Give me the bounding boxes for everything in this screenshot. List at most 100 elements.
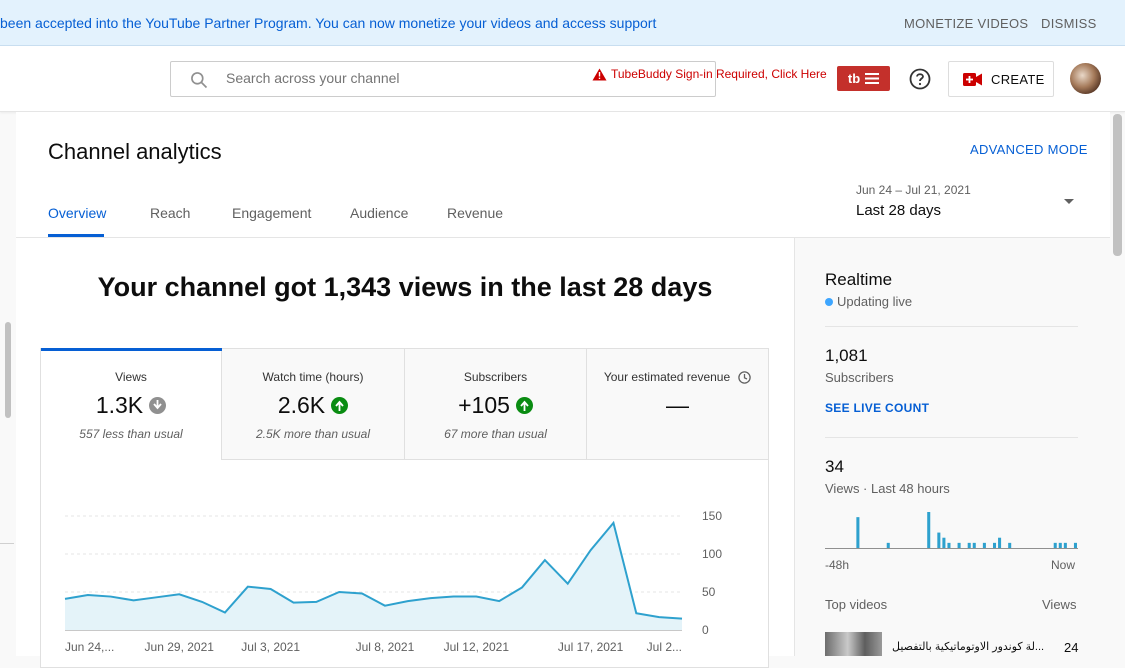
metric-comparison: 2.5K more than usual [255, 427, 371, 441]
tubebuddy-logo: tb [847, 71, 861, 86]
banner-message: been accepted into the YouTube Partner P… [0, 15, 657, 31]
x-tick-label: Jul 8, 2021 [356, 640, 415, 654]
subscriber-count-label: Subscribers [825, 370, 894, 385]
page-title: Channel analytics [48, 139, 222, 164]
realtime-views-chart[interactable] [825, 510, 1078, 552]
tab-revenue[interactable]: Revenue [447, 205, 503, 221]
partner-banner: been accepted into the YouTube Partner P… [0, 0, 1125, 46]
hourly-bar[interactable] [947, 542, 951, 548]
metric-value-row: 2.6K [222, 392, 404, 419]
metric-label: Your estimated revenue [603, 370, 731, 384]
overview-headline: Your channel got 1,343 views in the last… [97, 272, 713, 302]
realtime-views-count: 34 [825, 457, 844, 476]
clock-icon [738, 370, 751, 384]
x-tick-label: Jul 2... [647, 640, 682, 654]
help-icon[interactable] [909, 68, 931, 90]
left-scrollbar[interactable] [5, 322, 11, 418]
x-tick-label: Jun 29, 2021 [145, 640, 215, 654]
dismiss-button[interactable]: DISMISS [1041, 16, 1097, 31]
tab-engagement[interactable]: Engagement [232, 205, 311, 221]
arrow-up-icon [515, 397, 533, 414]
top-videos-label: Top videos [825, 597, 888, 612]
hourly-bar[interactable] [967, 542, 971, 548]
top-video-views: 24 [1064, 640, 1079, 655]
left-divider [0, 543, 14, 544]
realtime-divider [825, 326, 1078, 327]
metric-tab-views[interactable]: Views 1.3K 557 less than usual [41, 349, 222, 460]
menu-icon [865, 73, 880, 84]
live-status-text: Updating live [837, 294, 913, 309]
tab-reach[interactable]: Reach [150, 205, 190, 221]
info-icon [149, 397, 167, 414]
metric-tab-watch-time[interactable]: Watch time (hours) 2.6K 2.5K more than u… [222, 349, 405, 460]
hourly-bar[interactable] [886, 542, 890, 548]
create-button[interactable]: CREATE [948, 61, 1054, 97]
hourly-bar[interactable] [927, 512, 931, 548]
metric-comparison: 67 more than usual [444, 427, 547, 441]
hourly-bar[interactable] [998, 537, 1002, 548]
page-scrollbar[interactable] [1113, 114, 1122, 256]
metric-comparison: 557 less than usual [79, 427, 183, 441]
see-live-count-link[interactable]: SEE LIVE COUNT [825, 401, 929, 415]
hourly-bar[interactable] [982, 542, 986, 548]
subscriber-count: 1,081 [825, 346, 868, 365]
x-tick-label: Jul 3, 2021 [241, 640, 300, 654]
hourly-bar[interactable] [992, 542, 997, 548]
tubebuddy-menu-button[interactable]: tb [837, 66, 890, 91]
metric-value: 2.6K [277, 392, 326, 418]
metric-tab-revenue[interactable]: Your estimated revenue — [587, 349, 768, 460]
metric-value: — [666, 392, 689, 418]
realtime-divider [825, 437, 1078, 438]
mini-axis-start: -48h [825, 558, 850, 572]
monetize-videos-button[interactable]: MONETIZE VIDEOS [904, 16, 1028, 31]
tubebuddy-signin-link[interactable]: TubeBuddy Sign-in Required, Click Here [592, 67, 827, 81]
views-chart[interactable]: 150 100 50 0 Jun 24,... Jun 29, 2021 Jul 3, 20… [41, 500, 767, 656]
date-range-text: Jun 24 – Jul 21, 2021 [856, 183, 971, 197]
create-label: CREATE [991, 71, 1045, 87]
date-period-label: Last 28 days [856, 202, 942, 219]
tab-overview[interactable]: Overview [48, 205, 106, 221]
realtime-views-label: Views · Last 48 hours [825, 481, 950, 496]
video-camera-icon [963, 72, 982, 86]
video-thumbnail[interactable] [825, 632, 882, 656]
y-tick-label: 50 [702, 585, 716, 599]
hourly-bar[interactable] [1058, 542, 1062, 548]
hourly-bar[interactable] [942, 537, 946, 548]
warning-icon [592, 68, 607, 80]
search-input[interactable] [226, 70, 586, 86]
metric-value-row: 1.3K [41, 392, 221, 419]
y-tick-label: 150 [702, 509, 722, 523]
hourly-bar[interactable] [1073, 542, 1077, 548]
tab-audience[interactable]: Audience [350, 205, 408, 221]
tubebuddy-warning-text: TubeBuddy Sign-in Required, Click Here [611, 67, 827, 81]
metric-value-row: — [587, 392, 768, 419]
x-tick-label: Jul 17, 2021 [558, 640, 624, 654]
active-metric-indicator [41, 348, 222, 351]
metric-label: Subscribers [463, 370, 528, 384]
top-video-title[interactable]: ...لة كوندور الاوتوماتيكية بالتفصيل [892, 640, 1044, 653]
arrow-up-icon [331, 397, 349, 414]
x-tick-label: Jun 24,... [65, 640, 114, 654]
chevron-down-icon [1064, 199, 1074, 204]
y-tick-label: 100 [702, 547, 722, 561]
metric-label: Watch time (hours) [262, 370, 364, 384]
hourly-bar[interactable] [856, 517, 860, 548]
hourly-bar[interactable] [1063, 542, 1067, 548]
x-tick-label: Jul 12, 2021 [444, 640, 510, 654]
hourly-bar[interactable] [1053, 542, 1057, 548]
y-tick-label: 0 [702, 623, 709, 637]
metric-tab-subscribers[interactable]: Subscribers +105 67 more than usual [405, 349, 587, 460]
hourly-bar[interactable] [972, 542, 976, 548]
advanced-mode-link[interactable]: ADVANCED MODE [970, 142, 1088, 157]
views-area [65, 522, 682, 630]
views-column-label: Views [1042, 597, 1077, 612]
mini-axis-end: Now [1051, 558, 1076, 572]
avatar[interactable] [1070, 63, 1101, 94]
live-status: Updating live [825, 294, 912, 309]
hourly-bar[interactable] [957, 542, 961, 548]
metric-label-row: Your estimated revenue [587, 370, 768, 384]
hourly-bar[interactable] [1008, 542, 1012, 548]
metric-value-row: +105 [405, 392, 586, 419]
hourly-bar[interactable] [937, 532, 941, 548]
metric-value: +105 [458, 392, 510, 418]
